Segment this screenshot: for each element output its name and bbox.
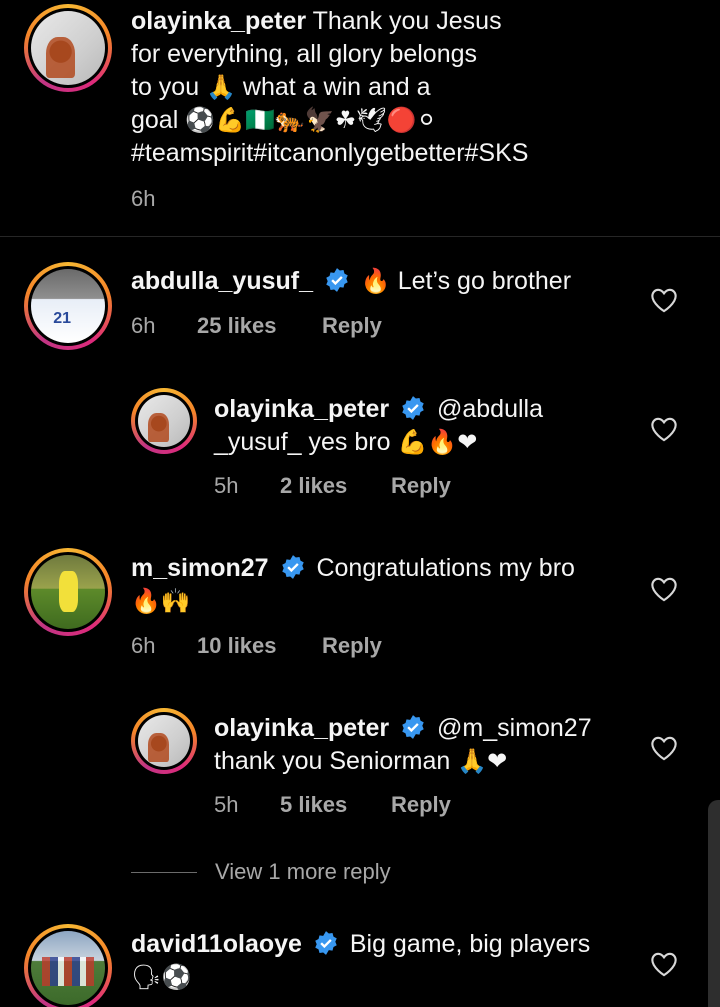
comment-text: david11olaoye Big game, big players 🗣⚽	[131, 928, 631, 994]
verified-badge-icon	[315, 931, 337, 955]
caption-hashtags[interactable]: #teamspirit#itcanonlygetbetter#SKS	[131, 137, 571, 170]
reply-username[interactable]: olayinka_peter	[214, 395, 389, 423]
caption-avatar[interactable]	[24, 4, 112, 92]
caption-time: 6h	[131, 186, 156, 211]
view-more-line	[131, 871, 197, 873]
reply-meta: 5h 2 likes Reply	[214, 473, 451, 499]
comment-username[interactable]: m_simon27	[131, 554, 269, 582]
verified-badge-icon	[402, 715, 424, 739]
comment-meta: 6h 25 likes Reply	[131, 313, 382, 339]
view-more-replies[interactable]: View 1 more reply	[131, 859, 391, 885]
comment-avatar[interactable]: 21	[24, 262, 112, 350]
pray-emoji: 🙏	[206, 73, 236, 101]
scrollbar[interactable]	[708, 800, 720, 1007]
reply-avatar[interactable]	[131, 388, 197, 454]
comment-username[interactable]: david11olaoye	[131, 930, 302, 958]
caption-text: olayinka_peter Thank you Jesus for every…	[131, 5, 571, 170]
heart-outline-icon[interactable]	[650, 951, 678, 977]
verified-badge-icon	[281, 555, 304, 579]
comment-emoji: 🔥🙌	[131, 587, 191, 615]
reply-username[interactable]: olayinka_peter	[214, 714, 389, 742]
reply-text: olayinka_peter @m_simon27 thank you Seni…	[214, 714, 592, 775]
caption-meta: 6h	[131, 186, 155, 212]
likes-count[interactable]: 10 likes	[197, 633, 322, 659]
heart-outline-icon[interactable]	[650, 287, 678, 313]
reply-button[interactable]: Reply	[322, 633, 382, 659]
comment-meta: 6h 10 likes Reply	[131, 633, 382, 659]
caption-emoji-row: ⚽💪🇳🇬🐅🦅☘🕊🔴⚪	[185, 106, 437, 134]
comment-text: abdulla_yusuf_ 🔥 Let’s go brother	[131, 267, 572, 295]
reply-button[interactable]: Reply	[322, 313, 382, 339]
reply-emoji: 🙏❤	[457, 747, 508, 775]
reply-text: olayinka_peter @abdulla _yusuf_ yes bro …	[214, 395, 544, 456]
verified-badge-icon	[402, 396, 424, 420]
comments-screen: olayinka_peter Thank you Jesus for every…	[0, 0, 720, 1007]
mention-link[interactable]: @abdulla	[437, 395, 543, 423]
mention-link[interactable]: @m_simon27	[437, 714, 592, 742]
heart-outline-icon[interactable]	[650, 735, 678, 761]
verified-badge-icon	[326, 268, 348, 292]
reply-meta: 5h 5 likes Reply	[214, 792, 451, 818]
reply-button[interactable]: Reply	[391, 792, 451, 818]
fire-emoji: 🔥	[360, 267, 391, 295]
reply-emoji: 💪🔥❤	[397, 428, 478, 456]
caption-username[interactable]: olayinka_peter	[131, 7, 306, 35]
heart-outline-icon[interactable]	[650, 416, 678, 442]
comment-text: m_simon27 Congratulations my bro 🔥🙌	[131, 552, 621, 618]
likes-count[interactable]: 25 likes	[197, 313, 322, 339]
reply-avatar[interactable]	[131, 708, 197, 774]
likes-count[interactable]: 5 likes	[280, 792, 391, 818]
caption-divider	[0, 236, 720, 237]
comment-username[interactable]: abdulla_yusuf_	[131, 267, 313, 295]
comment-avatar[interactable]	[24, 924, 112, 1007]
comment-avatar[interactable]	[24, 548, 112, 636]
heart-outline-icon[interactable]	[650, 576, 678, 602]
likes-count[interactable]: 2 likes	[280, 473, 391, 499]
comment-emoji: 🗣⚽	[131, 963, 192, 991]
reply-button[interactable]: Reply	[391, 473, 451, 499]
